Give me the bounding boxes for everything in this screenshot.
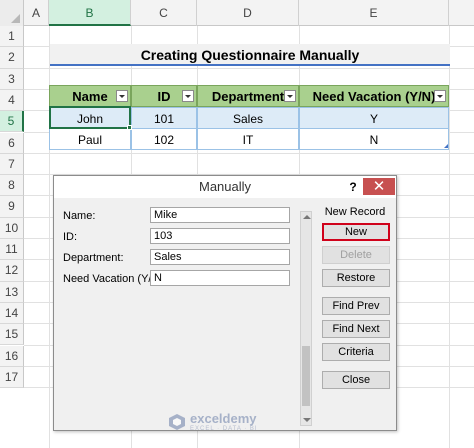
column-header-b[interactable]: B [49, 0, 131, 26]
table-cell[interactable]: John [49, 107, 131, 129]
department-input[interactable] [150, 249, 290, 265]
row-header-7[interactable]: 7 [0, 153, 24, 176]
filter-dropdown-icon[interactable] [116, 90, 128, 102]
field-label-department: Department: [63, 252, 124, 264]
table-cell[interactable]: N [299, 128, 449, 150]
filter-dropdown-icon[interactable] [182, 90, 194, 102]
table-cell[interactable]: Sales [197, 107, 299, 129]
row-header-8[interactable]: 8 [0, 175, 24, 197]
table-resize-handle-icon[interactable] [444, 144, 448, 148]
filter-dropdown-icon[interactable] [284, 90, 296, 102]
column-header-d[interactable]: D [197, 0, 299, 26]
id-input[interactable] [150, 228, 290, 244]
column-header-a[interactable]: A [24, 0, 49, 26]
record-status: New Record [324, 206, 386, 218]
table-header-label: Need Vacation (Y/N) [312, 89, 436, 104]
table-header-label: Name [72, 89, 108, 104]
grid-line [24, 152, 474, 154]
row-header-3[interactable]: 3 [0, 68, 24, 90]
close-icon[interactable]: ✕ [363, 178, 395, 195]
close-button[interactable]: Close [322, 371, 390, 389]
row-header-14[interactable]: 14 [0, 302, 24, 325]
field-label-id: ID: [63, 231, 78, 243]
data-form-dialog: Manually ? ✕ Name: ID: Department: Need … [53, 175, 397, 431]
row-header-6[interactable]: 6 [0, 132, 24, 154]
table-header-label: Department [211, 89, 285, 104]
grid-line [24, 67, 474, 69]
table-header-department[interactable]: Department [197, 85, 299, 107]
restore-button[interactable]: Restore [322, 269, 390, 287]
row-header-4[interactable]: 4 [0, 89, 24, 112]
table-header-label: ID [157, 89, 171, 104]
row-header-16[interactable]: 16 [0, 345, 24, 367]
row-header-12[interactable]: 12 [0, 260, 24, 282]
watermark-tagline: EXCEL · DATA · BI [190, 426, 258, 432]
sheet-title[interactable]: Creating Questionnaire Manually [50, 44, 450, 66]
dialog-titlebar[interactable]: Manually ? ✕ [54, 176, 396, 198]
help-icon[interactable]: ? [344, 176, 362, 198]
record-scrollbar[interactable] [300, 211, 312, 426]
fill-handle[interactable] [127, 125, 132, 130]
scroll-up-icon[interactable] [303, 215, 311, 219]
exceldemy-logo-icon [169, 414, 185, 430]
need-vacation-input[interactable] [150, 270, 290, 286]
select-all-corner[interactable] [0, 0, 24, 26]
table-cell[interactable]: Paul [49, 128, 131, 150]
row-header-15[interactable]: 15 [0, 324, 24, 346]
column-header-e[interactable]: E [299, 0, 449, 26]
filter-dropdown-icon[interactable] [434, 90, 446, 102]
find-prev-button[interactable]: Find Prev [322, 297, 390, 315]
exceldemy-watermark: exceldemy EXCEL · DATA · BI [168, 411, 308, 435]
row-header-9[interactable]: 9 [0, 196, 24, 218]
name-input[interactable] [150, 207, 290, 223]
row-header-1[interactable]: 1 [0, 26, 24, 48]
column-header-bar: A B C D E [0, 0, 474, 26]
table-cell[interactable]: 101 [131, 107, 197, 129]
row-header-2[interactable]: 2 [0, 47, 24, 69]
row-header-10[interactable]: 10 [0, 217, 24, 239]
field-label-name: Name: [63, 210, 96, 222]
row-header-11[interactable]: 11 [0, 239, 24, 261]
table-cell[interactable]: IT [197, 128, 299, 150]
row-header-17[interactable]: 17 [0, 366, 24, 389]
table-cell[interactable]: Y [299, 107, 449, 129]
find-next-button[interactable]: Find Next [322, 320, 390, 338]
criteria-button[interactable]: Criteria [322, 343, 390, 361]
table-header-name[interactable]: Name [49, 85, 131, 107]
watermark-name: exceldemy [190, 411, 257, 426]
new-button[interactable]: New [322, 223, 390, 241]
table-cell[interactable]: 102 [131, 128, 197, 150]
table-header-id[interactable]: ID [131, 85, 197, 107]
row-header-13[interactable]: 13 [0, 281, 24, 303]
scroll-thumb[interactable] [302, 346, 310, 406]
row-header-5[interactable]: 5 [0, 111, 24, 133]
table-header-need-vacation[interactable]: Need Vacation (Y/N) [299, 85, 449, 107]
delete-button[interactable]: Delete [322, 246, 390, 264]
column-header-c[interactable]: C [131, 0, 197, 26]
